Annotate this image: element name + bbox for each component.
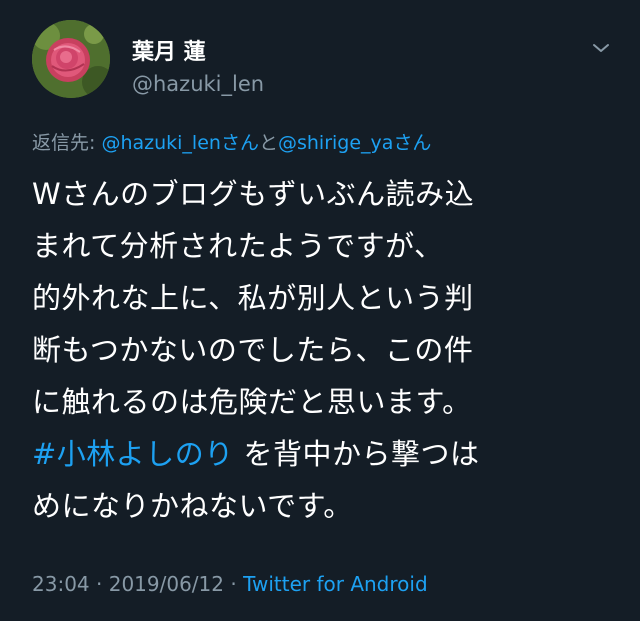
- tweet-source-link[interactable]: Twitter for Android: [243, 572, 428, 596]
- tweet-text-line: 的外れな上に、私が別人という判: [32, 281, 474, 315]
- tweet-card: 葉月 蓮 @hazuki_len 返信先: @hazuki_lenさんと@shi…: [0, 0, 640, 621]
- tweet-text-line: 断もつかないのでしたら、この件: [32, 333, 474, 367]
- avatar[interactable]: [32, 20, 110, 98]
- tweet-text-line: #小林よしのり を背中から撃つは: [32, 428, 612, 480]
- meta-separator: ·: [224, 572, 244, 596]
- replying-connector: と: [258, 132, 278, 154]
- mention-link[interactable]: @shirige_yaさん: [278, 132, 431, 154]
- meta-separator: ·: [89, 572, 109, 596]
- tweet-text-line: まれて分析されたようですが、: [32, 229, 444, 263]
- tweet-date: 2019/06/12: [108, 572, 224, 596]
- tweet-text-line: めになりかねないです。: [32, 489, 353, 523]
- replying-to-label: 返信先:: [32, 132, 102, 154]
- tweet-text-fragment: を背中から撃つは: [233, 437, 480, 471]
- tweet-text-line: Wさんのブログもずいぶん読み込: [32, 177, 475, 211]
- tweet-text-line: に触れるのは危険だと思います。: [32, 385, 472, 419]
- replying-to: 返信先: @hazuki_lenさんと@shirige_yaさん: [32, 128, 431, 155]
- tweet-meta: 23:04 · 2019/06/12 · Twitter for Android: [32, 572, 428, 596]
- rose-photo-icon: [32, 20, 110, 98]
- mention-link[interactable]: @hazuki_lenさん: [101, 132, 259, 154]
- chevron-down-icon[interactable]: [590, 40, 612, 56]
- hashtag-link[interactable]: #小林よしのり: [32, 437, 234, 471]
- tweet-text: Wさんのブログもずいぶん読み込 まれて分析されたようですが、 的外れな上に、私が…: [32, 168, 612, 532]
- user-handle[interactable]: @hazuki_len: [132, 72, 264, 96]
- tweet-time: 23:04: [32, 572, 90, 596]
- display-name[interactable]: 葉月 蓮: [132, 34, 206, 66]
